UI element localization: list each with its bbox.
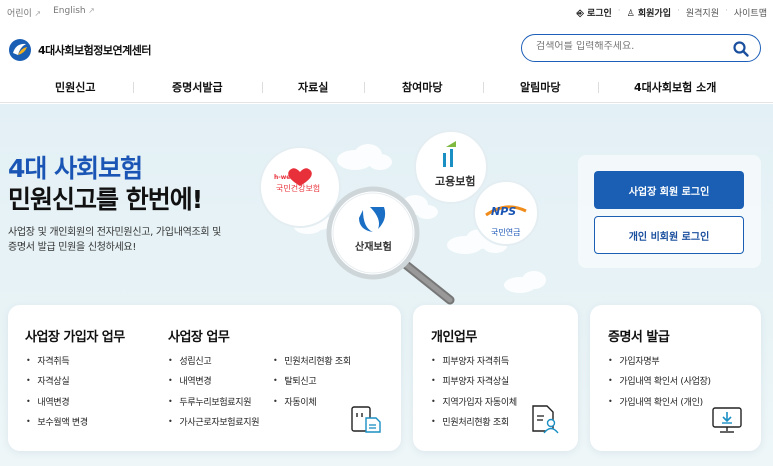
list-item[interactable]: 지역가입자 자동이체 xyxy=(431,391,517,412)
monitor-download-icon xyxy=(712,407,742,433)
list-item[interactable]: 보수월액 변경 xyxy=(26,412,88,433)
user-icon: ♙ xyxy=(626,9,635,19)
list-item[interactable]: 내역변경 xyxy=(168,371,259,392)
certificate-title: 증명서 발급 xyxy=(608,330,670,345)
signup-link[interactable]: ♙ 회원가입 xyxy=(627,6,671,19)
list-item[interactable]: 피부양자 자격취득 xyxy=(431,350,517,371)
search-input[interactable] xyxy=(536,41,726,52)
remote-support-link[interactable]: 원격지원 xyxy=(686,6,719,19)
health-brand: h-well xyxy=(274,174,295,181)
individual-login-button[interactable]: 개인 비회원 로그인 xyxy=(594,216,744,254)
business-title: 사업장 업무 xyxy=(168,330,230,345)
list-item[interactable]: 성립신고 xyxy=(168,350,259,371)
list-item[interactable]: 탈퇴신고 xyxy=(273,371,351,392)
utility-bar: 어린이 English ⎆ 로그인 · ♙ 회원가입 · 원격지원 · 사이트맵 xyxy=(0,0,773,24)
certificate-list: 가입자명부 가입내역 확인서 (사업장) 가입내역 확인서 (개인) xyxy=(608,350,711,412)
nav-certificate[interactable]: 증명서발급 xyxy=(172,79,223,95)
list-item[interactable]: 두루누리보험료지원 xyxy=(168,391,259,412)
nav-resources[interactable]: 자료실 xyxy=(298,79,328,95)
list-item[interactable]: 가입내역 확인서 (개인) xyxy=(608,391,711,412)
nps-brand: NPS xyxy=(491,205,517,218)
personal-title: 개인업무 xyxy=(431,330,477,345)
employer-list: 자격취득 자격상실 내역변경 보수월액 변경 xyxy=(26,350,88,432)
list-item[interactable]: 가입내역 확인서 (사업장) xyxy=(608,371,711,392)
list-item[interactable]: 피부양자 자격상실 xyxy=(431,371,517,392)
business-login-button[interactable]: 사업장 회원 로그인 xyxy=(594,171,744,209)
employer-title: 사업장 가입자 업무 xyxy=(25,330,125,345)
list-item[interactable]: 가사근로자보험료지원 xyxy=(168,412,259,433)
hero-description: 사업장 및 개인회원의 전자민원신고, 가입내역조회 및 증명서 발급 민원을 … xyxy=(8,225,248,255)
user-document-icon xyxy=(532,405,559,434)
list-item[interactable]: 자격상실 xyxy=(26,371,88,392)
business-list-col2: 민원처리현황 조회 탈퇴신고 자동이체 xyxy=(273,350,351,412)
personal-list: 피부양자 자격취득 피부양자 자격상실 지역가입자 자동이체 민원처리현황 조회 xyxy=(431,350,517,432)
list-item[interactable]: 내역변경 xyxy=(26,391,88,412)
hero-desc-line1: 사업장 및 개인회원의 전자민원신고, 가입내역조회 및 xyxy=(8,227,222,238)
building-document-icon xyxy=(351,406,381,433)
login-icon: ⎆ xyxy=(576,9,584,19)
login-label: 로그인 xyxy=(586,9,612,19)
main-nav: 민원신고 증명서발급 자료실 참여마당 알림마당 4대사회보험 소개 xyxy=(0,73,773,103)
business-card: 사업장 가입자 업무 자격취득 자격상실 내역변경 보수월액 변경 사업장 업무… xyxy=(8,305,401,451)
industrial-insurance-label: 산재보험 xyxy=(355,242,392,253)
hero-subtitle: 민원신고를 한번에! xyxy=(8,185,203,214)
search-icon[interactable] xyxy=(732,40,750,58)
search-box xyxy=(521,34,761,62)
nav-participation[interactable]: 참여마당 xyxy=(402,79,442,95)
nav-notice[interactable]: 알림마당 xyxy=(520,79,560,95)
business-list-col1: 성립신고 내역변경 두루누리보험료지원 가사근로자보험료지원 xyxy=(168,350,259,432)
list-item[interactable]: 가입자명부 xyxy=(608,350,711,371)
certificate-card: 증명서 발급 가입자명부 가입내역 확인서 (사업장) 가입내역 확인서 (개인… xyxy=(590,305,761,451)
nav-about[interactable]: 4대사회보험 소개 xyxy=(634,79,716,95)
personal-card: 개인업무 피부양자 자격취득 피부양자 자격상실 지역가입자 자동이체 민원처리… xyxy=(413,305,578,451)
english-link[interactable]: English xyxy=(53,6,95,19)
login-link[interactable]: ⎆ 로그인 xyxy=(577,6,612,19)
signup-label: 회원가입 xyxy=(637,9,671,19)
hero-desc-line2: 증명서 발급 민원을 신청하세요! xyxy=(8,242,137,253)
list-item[interactable]: 민원처리현황 조회 xyxy=(431,412,517,433)
pension-label: 국민연금 xyxy=(491,228,521,237)
insurance-illustration xyxy=(259,130,546,305)
sitemap-link[interactable]: 사이트맵 xyxy=(734,6,767,19)
logo-icon xyxy=(9,39,31,61)
kids-link[interactable]: 어린이 xyxy=(7,6,41,19)
health-insurance-label: 국민건강보험 xyxy=(276,184,321,193)
list-item[interactable]: 자격취득 xyxy=(26,350,88,371)
site-logo[interactable]: 4대사회보험정보연계센터 xyxy=(8,38,151,62)
nav-complaint[interactable]: 민원신고 xyxy=(55,79,95,95)
logo-text: 4대사회보험정보연계센터 xyxy=(38,44,151,57)
list-item[interactable]: 자동이체 xyxy=(273,391,351,412)
list-item[interactable]: 민원처리현황 조회 xyxy=(273,350,351,371)
employment-insurance-label: 고용보험 xyxy=(435,175,476,188)
